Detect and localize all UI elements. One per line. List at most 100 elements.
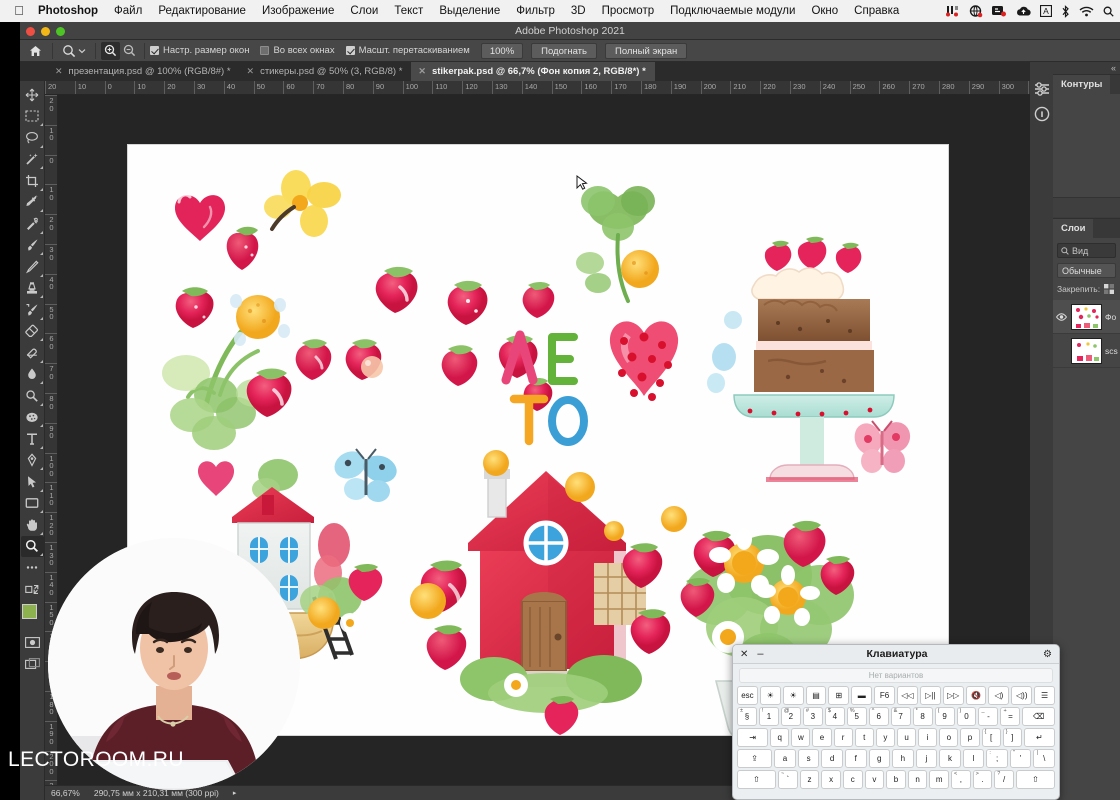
tab-stikerpak[interactable]: ✕ stikerpak.psd @ 66,7% (Фон копия 2, RG… [411,62,655,81]
menu-item-plugins[interactable]: Подключаемые модули [662,0,803,22]
key-7[interactable]: & 7 [890,707,911,726]
dodge-tool[interactable] [21,385,44,407]
key-keyboard-light[interactable]: ▬ [851,686,873,705]
key-s[interactable]: s [797,749,820,768]
key-;[interactable]: :; [986,749,1008,768]
key-play-pause[interactable]: ▷|| [919,686,941,705]
menu-item-view[interactable]: Просмотр [594,0,663,22]
input-source-icon[interactable]: A [1040,0,1052,22]
layer-visibility-icon[interactable] [1055,312,1068,321]
key-w[interactable]: w [791,728,811,747]
close-icon[interactable]: ✕ [740,649,748,660]
apple-logo-icon[interactable]:  [8,4,30,18]
key-backspace[interactable]: ⌫ [1022,707,1055,726]
key-a[interactable]: a [774,749,796,768]
healing-brush-tool[interactable] [21,213,44,235]
close-icon[interactable]: ✕ [247,67,255,76]
key-shift[interactable]: ⇧ [737,770,777,789]
status-chevron-icon[interactable]: ▸ [233,789,237,797]
key-rewind[interactable]: ◁◁ [897,686,918,705]
menu-item-image[interactable]: Изображение [254,0,342,22]
info-icon[interactable] [1030,101,1053,126]
tab-stickers[interactable]: ✕ стикеры.psd @ 50% (3, RGB/8) * [239,62,412,81]
horizontal-ruler[interactable]: 20 10 0 10 20 30 40 50 60 70 80 90 100 110 120 130 140 15… [45,81,1030,95]
more-tools-icon[interactable] [21,557,44,579]
key--[interactable]: _ - [978,707,999,726]
key-x[interactable]: x [821,770,841,789]
key-mute[interactable]: 🔇 [965,686,987,705]
color-swatches[interactable] [20,602,45,632]
tab-layers[interactable]: Слои [1053,219,1094,238]
key-4[interactable]: $4 [824,707,845,726]
layer-row-scs[interactable]: scs [1053,334,1120,368]
key-'[interactable]: " ' [1009,749,1032,768]
key-brightness-down[interactable]: ☀ [759,686,781,705]
key-,[interactable]: <, [951,770,971,789]
key-menu[interactable]: ☰ [1034,686,1056,705]
key-1[interactable]: ! 1 [758,707,779,726]
type-tool[interactable] [21,428,44,450]
fit-screen-button[interactable]: Подогнать [531,42,597,59]
status-zoom[interactable]: 66,67% [51,788,80,798]
key-2[interactable]: @2 [780,707,801,726]
key-\[interactable]: | \ [1033,749,1055,768]
gradient-tool[interactable] [21,342,44,364]
tab-paths[interactable]: Контуры [1053,75,1111,94]
key-][interactable]: }] [1002,728,1022,747]
menu-item-edit[interactable]: Редактирование [150,0,254,22]
close-icon[interactable]: ✕ [55,67,63,76]
foreground-color-swatch[interactable] [21,604,37,619]
lock-transparency-icon[interactable] [1104,284,1115,294]
menu-item-layers[interactable]: Слои [342,0,386,22]
key-v[interactable]: v [864,770,885,789]
key-r[interactable]: r [833,728,853,747]
key-o[interactable]: o [939,728,959,747]
menu-item-select[interactable]: Выделение [431,0,508,22]
key-/[interactable]: ? / [994,770,1014,789]
key-k[interactable]: k [939,749,961,768]
home-icon[interactable] [24,41,47,61]
key-t[interactable]: t [854,728,874,747]
menu-item-text[interactable]: Текст [386,0,431,22]
key-c[interactable]: c [842,770,863,789]
key-brightness-up[interactable]: ☀ [782,686,804,705]
key-`[interactable]: ~ ` [778,770,798,789]
key-z[interactable]: z [799,770,820,789]
minimize-icon[interactable]: – [757,648,763,660]
key-F6[interactable]: F6 [874,686,896,705]
wifi-icon[interactable] [1079,0,1094,22]
active-tool-preset[interactable] [58,44,90,58]
key-fast-forward[interactable]: ▷▷ [942,686,964,705]
key-u[interactable]: u [896,728,917,747]
checkbox-resize-windows[interactable]: Настр. размер окон [150,45,249,56]
key-volume-down[interactable]: ◁) [988,686,1010,705]
history-brush-tool[interactable] [21,299,44,321]
zoom-tool[interactable] [20,535,44,557]
checkbox-box[interactable] [150,46,159,55]
crop-tool[interactable] [21,170,44,192]
path-selection-tool[interactable] [21,471,44,493]
key-n[interactable]: n [907,770,928,789]
key-5[interactable]: % 5 [846,707,867,726]
tab-presentation[interactable]: ✕ презентация.psd @ 100% (RGB/8#) * [48,62,240,81]
key-0[interactable]: ) 0 [956,707,977,726]
checkbox-scrubby-zoom[interactable]: Масшт. перетаскиванием [345,45,470,56]
suggestion-bar[interactable]: Нет вариантов [739,668,1053,683]
screen-mode-icon[interactable] [21,654,44,676]
layer-filter-input[interactable]: Вид [1057,243,1116,258]
eraser-tool[interactable] [21,321,44,343]
lasso-tool[interactable] [21,127,44,149]
key-launchpad[interactable]: ⊞ [828,686,850,705]
layer-thumbnail[interactable] [1071,337,1102,364]
close-icon[interactable]: ✕ [418,67,426,76]
magic-wand-tool[interactable] [21,149,44,171]
pen-tool[interactable] [21,450,44,472]
adjustments-icon[interactable] [1030,76,1053,101]
key-i[interactable]: i [918,728,938,747]
move-tool[interactable] [21,84,44,106]
layer-row-fon[interactable]: Фо [1053,300,1120,334]
collapse-panels-icon[interactable]: « [1111,63,1116,73]
key-mission-control[interactable]: ▤ [805,686,827,705]
key-e[interactable]: e [812,728,832,747]
edit-toolbar-icon[interactable] [21,579,44,601]
